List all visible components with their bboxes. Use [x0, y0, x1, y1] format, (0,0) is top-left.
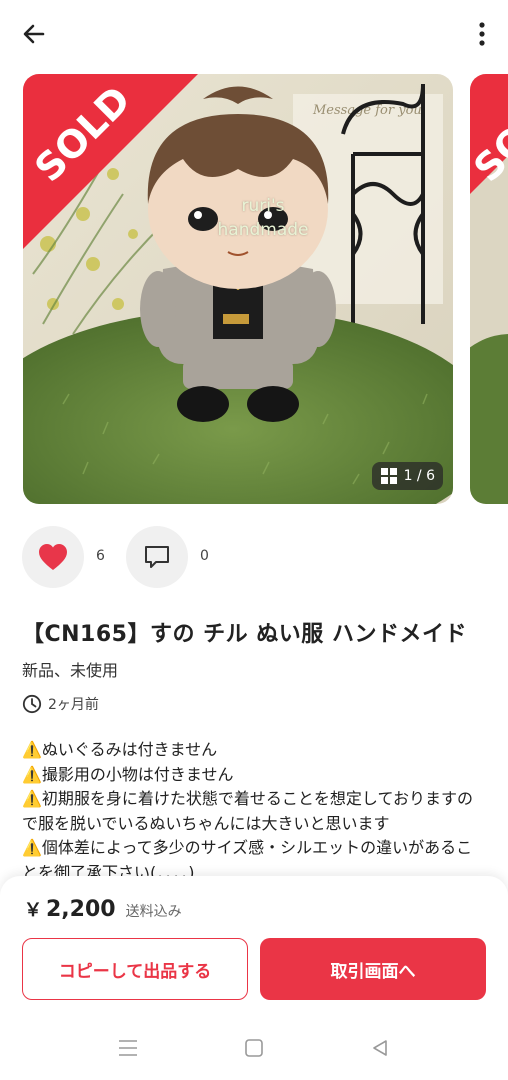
engagement-stats: 6 0 [22, 526, 322, 588]
product-photo[interactable]: Message for you SOLD ruri's handmade 1 /… [23, 74, 453, 504]
recent-apps-button[interactable] [113, 1036, 143, 1060]
currency-symbol: ￥ [24, 900, 42, 921]
menu-lines-icon [119, 1040, 137, 1056]
heart-icon [39, 544, 67, 570]
posted-time: 2ヶ月前 [22, 692, 99, 716]
clock-icon [22, 694, 42, 714]
grid-icon [380, 468, 397, 484]
comment-icon [145, 546, 169, 568]
trade-screen-button[interactable]: 取引画面へ [260, 938, 486, 1000]
posted-time-text: 2ヶ月前 [48, 697, 99, 713]
system-nav-bar [0, 1016, 508, 1080]
more-vertical-icon [479, 22, 485, 46]
triangle-back-icon [373, 1040, 387, 1056]
square-icon [245, 1039, 263, 1057]
next-photo-image: SOLD [470, 74, 508, 504]
watermark-line: ruri's [241, 196, 285, 216]
watermark: ruri's handmade [203, 194, 323, 242]
like-button[interactable] [22, 526, 84, 588]
comment-button[interactable] [126, 526, 188, 588]
next-photo-peek[interactable]: SOLD [470, 74, 508, 504]
top-bar [0, 0, 508, 70]
back-button[interactable] [14, 16, 54, 52]
item-title: 【CN165】すの チル ぬい服 ハンドメイド [22, 622, 467, 647]
price-row: ￥ 2,200 送料込み [24, 896, 182, 922]
photo-counter-text: 1 / 6 [403, 468, 435, 484]
photo-carousel[interactable]: Message for you SOLD ruri's handmade 1 /… [0, 74, 508, 504]
photo-counter[interactable]: 1 / 6 [371, 462, 443, 490]
comment-count: 0 [200, 548, 209, 564]
shipping-note: 送料込み [125, 904, 182, 920]
more-options-button[interactable] [470, 16, 494, 52]
copy-listing-button[interactable]: コピーして出品する [22, 938, 248, 1000]
home-button[interactable] [239, 1036, 269, 1060]
watermark-line: handmade [217, 220, 309, 240]
price-value: 2,200 [46, 897, 116, 922]
item-description: ⚠️ぬいぐるみは付きません ⚠️撮影用の小物は付きません ⚠️初期服を身に着けた… [22, 740, 473, 878]
like-count: 6 [96, 548, 105, 564]
item-condition: 新品、未使用 [22, 661, 119, 680]
doll-photo-image: Message for you SOLD [23, 74, 453, 504]
arrow-left-icon [23, 24, 45, 44]
purchase-sheet: ￥ 2,200 送料込み コピーして出品する 取引画面へ [0, 876, 508, 1016]
back-nav-button[interactable] [365, 1036, 395, 1060]
